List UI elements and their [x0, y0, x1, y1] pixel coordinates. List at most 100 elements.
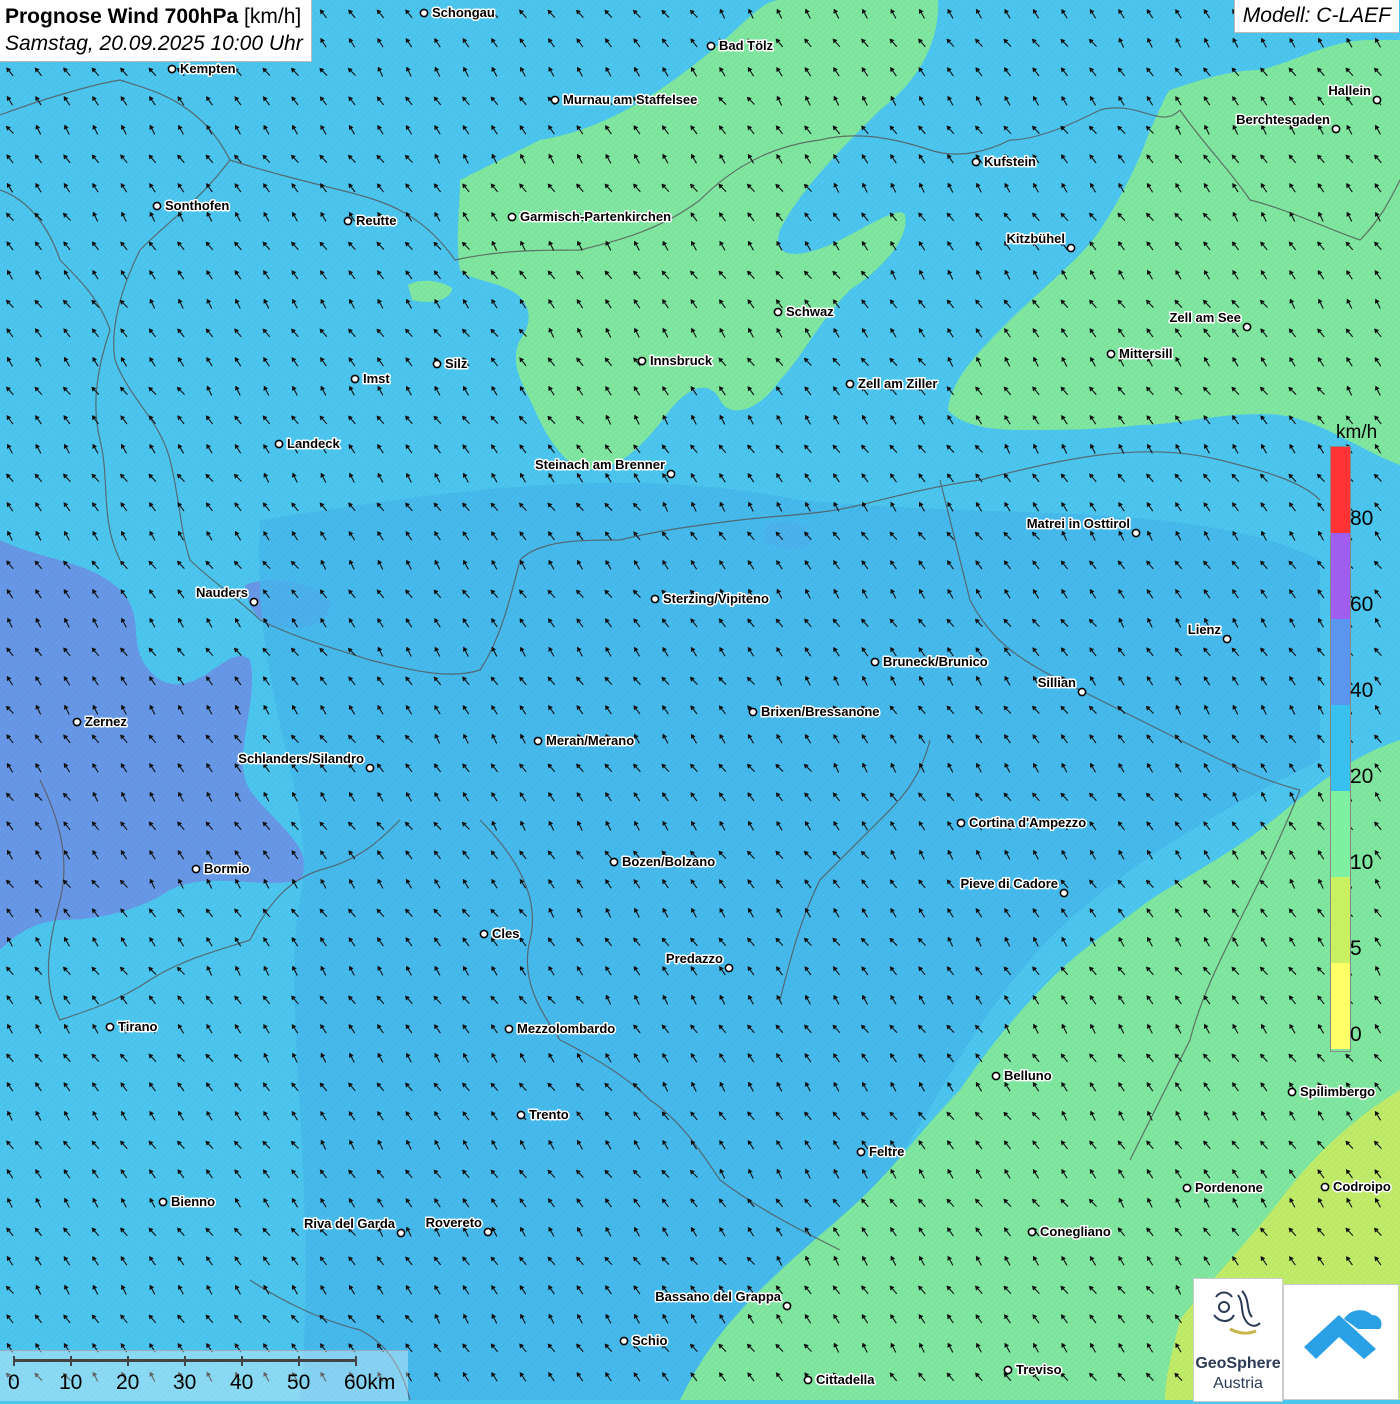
geosphere-logo[interactable]: GeoSphere Austria: [1193, 1278, 1283, 1402]
city-label: Pordenone: [1195, 1180, 1263, 1195]
scale-label: 40: [230, 1371, 254, 1394]
city-label: Rovereto: [426, 1215, 482, 1230]
city-brixen-bressanone: Brixen/Bressanone: [748, 703, 881, 721]
city-label: Schlanders/Silandro: [238, 751, 364, 766]
city-meran-merano: Meran/Merano: [533, 732, 636, 750]
scale-tick: [127, 1356, 129, 1366]
city-dot: [507, 212, 517, 222]
city-dot: [1027, 1227, 1037, 1237]
legend-segment: [1331, 533, 1350, 619]
city-dot: [666, 469, 676, 479]
legend-segment: [1331, 791, 1350, 877]
city-label: Cortina d'Ampezzo: [969, 815, 1086, 830]
city-label: Bozen/Bolzano: [622, 854, 715, 869]
city-schongau: Schongau: [419, 4, 496, 22]
legend-segment: [1331, 447, 1350, 533]
city-bruneck-brunico: Bruneck/Brunico: [870, 653, 989, 671]
city-sterzing-vipiteno: Sterzing/Vipiteno: [650, 590, 770, 608]
map-title-box: Prognose Wind 700hPa [km/h] Samstag, 20.…: [0, 0, 312, 62]
scale-tick: [184, 1356, 186, 1366]
city-dot: [152, 201, 162, 211]
city-label: Spilimbergo: [1300, 1084, 1375, 1099]
city-label: Codroipo: [1333, 1179, 1391, 1194]
scale-label: 0: [8, 1371, 20, 1394]
city-label: Sonthofen: [165, 198, 229, 213]
city-dot: [637, 356, 647, 366]
scale-bar: 0 10 20 30 40 50 60km: [0, 1350, 408, 1401]
city-label: Riva del Garda: [304, 1216, 396, 1231]
city-label: Nauders: [196, 585, 248, 600]
city-label: Treviso: [1016, 1362, 1062, 1377]
city-label: Steinach am Brenner: [535, 457, 665, 472]
geosphere-logo-icon: [1213, 1290, 1261, 1335]
title-bold: Prognose Wind 700hPa: [5, 5, 239, 28]
city-dot: [650, 594, 660, 604]
wind-map[interactable]: Schongau Bad Tölz Kempten Murnau am Staffel…: [0, 0, 1400, 1400]
city-dot: [1182, 1183, 1192, 1193]
city-dot: [870, 657, 880, 667]
city-label: Zell am See: [1169, 310, 1241, 325]
city-bozen-bolzano: Bozen/Bolzano: [609, 853, 717, 871]
city-dot: [343, 216, 353, 226]
city-dot: [479, 929, 489, 939]
city-label: Bassano del Grappa: [655, 1289, 781, 1304]
city-label: Lienz: [1188, 622, 1222, 637]
city-label: Berchtesgaden: [1236, 112, 1330, 127]
city-dot: [724, 963, 734, 973]
city-dot: [782, 1301, 792, 1311]
city-dot: [1059, 888, 1069, 898]
city-dot: [72, 717, 82, 727]
city-dot: [956, 818, 966, 828]
city-label: Bormio: [204, 861, 250, 876]
city-spilimbergo: Spilimbergo: [1287, 1083, 1377, 1101]
city-label: Zernez: [85, 714, 127, 729]
city-label: Pieve di Cadore: [960, 876, 1058, 891]
legend-segment: [1331, 963, 1350, 1049]
city-label: Mittersill: [1119, 346, 1172, 361]
city-dot: [619, 1336, 629, 1346]
city-conegliano: Conegliano: [1027, 1223, 1112, 1241]
city-dot: [856, 1147, 866, 1157]
scale-label: 50: [287, 1371, 311, 1394]
city-dot: [167, 64, 177, 74]
scale-tick: [298, 1356, 300, 1366]
map-title: Prognose Wind 700hPa [km/h]: [5, 3, 303, 30]
city-label: Sillian: [1038, 675, 1076, 690]
city-dot: [516, 1110, 526, 1120]
city-label: Kitzbühel: [1007, 231, 1066, 246]
city-label: Silz: [445, 356, 468, 371]
city-dot: [550, 95, 560, 105]
city-label: Predazzo: [666, 951, 723, 966]
city-label: Trento: [529, 1107, 569, 1122]
city-label: Meran/Merano: [546, 733, 634, 748]
city-label: Schio: [632, 1333, 667, 1348]
city-dot: [396, 1228, 406, 1238]
city-dot: [845, 379, 855, 389]
city-dot: [991, 1071, 1001, 1081]
city-label: Mezzolombardo: [517, 1021, 615, 1036]
city-dot: [1077, 687, 1087, 697]
city-cortina-d-ampezzo: Cortina d'Ampezzo: [956, 814, 1088, 832]
city-dot: [504, 1024, 514, 1034]
legend-label: 40: [1350, 679, 1374, 702]
city-dot: [365, 763, 375, 773]
legend-label: 10: [1350, 851, 1374, 874]
city-label: Belluno: [1004, 1068, 1052, 1083]
city-label: Bienno: [171, 1194, 215, 1209]
city-label: Kempten: [180, 61, 236, 76]
city-dot: [773, 307, 783, 317]
legend-segment: [1331, 877, 1350, 963]
city-label: Kufstein: [984, 154, 1036, 169]
city-label: Imst: [363, 371, 390, 386]
city-label: Cittadella: [816, 1372, 875, 1387]
legend-label: 0: [1350, 1023, 1362, 1046]
city-dot: [105, 1022, 115, 1032]
city-label: Murnau am Staffelsee: [563, 92, 697, 107]
app-logo[interactable]: [1283, 1284, 1399, 1400]
city-dot: [1320, 1182, 1330, 1192]
legend-label: 80: [1350, 507, 1374, 530]
scale-tick: [70, 1356, 72, 1366]
city-label: Bruneck/Brunico: [883, 654, 988, 669]
city-garmisch-partenkirchen: Garmisch-Partenkirchen: [507, 208, 673, 226]
city-label: Landeck: [287, 436, 341, 451]
